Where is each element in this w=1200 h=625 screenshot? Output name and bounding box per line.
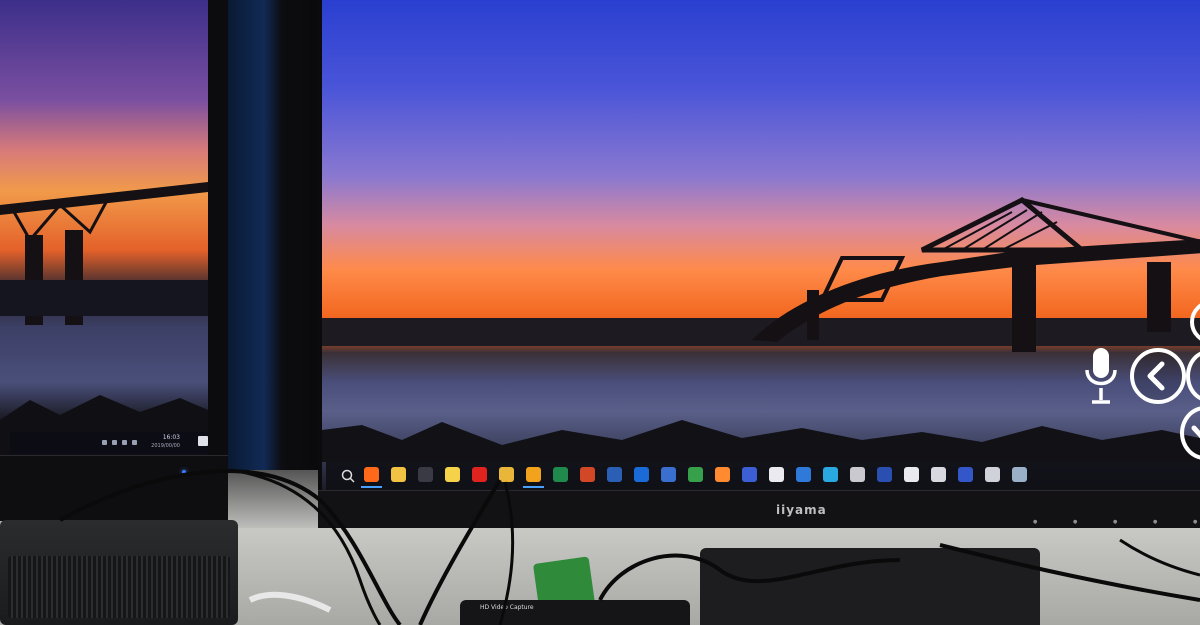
chevron-left-icon xyxy=(1147,361,1165,391)
active-app-indicator xyxy=(523,486,544,488)
left-monitor: 16:03 2019/00/00 xyxy=(0,0,228,521)
network-icon[interactable] xyxy=(102,440,107,445)
taskbar-date[interactable]: 2019/00/00 xyxy=(151,443,180,449)
chrome-icon[interactable] xyxy=(499,467,514,482)
bezel-button-exit-icon[interactable]: ● xyxy=(1073,519,1077,525)
brand-logo: iiyama xyxy=(776,503,827,517)
video-capture-device: HD Video Capture xyxy=(460,600,690,625)
back-button[interactable] xyxy=(1130,348,1186,404)
app-icon-5[interactable] xyxy=(769,467,784,482)
app-icon-8[interactable] xyxy=(850,467,865,482)
windows-search-icon[interactable] xyxy=(340,468,356,484)
main-monitor: iiyama ● ● ● ● ● xyxy=(318,0,1200,529)
capture-device-label: HD Video Capture xyxy=(480,604,534,611)
app-icon-12[interactable] xyxy=(1012,467,1027,482)
speaker xyxy=(0,520,238,625)
excel-icon[interactable] xyxy=(553,467,568,482)
chevron-down-icon xyxy=(1191,425,1200,439)
power-led-icon xyxy=(182,470,186,474)
app-icon-1[interactable] xyxy=(661,467,676,482)
notes-icon[interactable] xyxy=(445,467,460,482)
left-screen: 16:03 2019/00/00 xyxy=(0,0,208,455)
outlook-icon[interactable] xyxy=(634,467,649,482)
microphone-icon[interactable] xyxy=(1082,344,1120,408)
main-taskbar xyxy=(326,462,1200,490)
left-bridge-silhouette xyxy=(0,182,208,455)
terminal-icon[interactable] xyxy=(418,467,433,482)
app-icon-9[interactable] xyxy=(904,467,919,482)
word-icon[interactable] xyxy=(607,467,622,482)
photo-scene: 16:03 2019/00/00 iiyama ● ● ● ● ● HD Vid… xyxy=(0,0,1200,625)
main-monitor-bezel: iiyama ● ● ● ● ● xyxy=(318,490,1200,529)
bezel-button-up-icon[interactable]: ● xyxy=(1113,519,1117,525)
bezel-button-enter-icon[interactable]: ● xyxy=(1193,519,1197,525)
powerpoint-icon[interactable] xyxy=(580,467,595,482)
app-icon-3[interactable] xyxy=(715,467,730,482)
active-app-indicator xyxy=(361,486,382,488)
ru-icon[interactable] xyxy=(877,467,892,482)
monitor-icon[interactable] xyxy=(112,440,117,445)
v-icon[interactable] xyxy=(958,467,973,482)
monitor-gap xyxy=(228,0,318,470)
app-icon-10[interactable] xyxy=(931,467,946,482)
left-monitor-bezel xyxy=(0,455,228,521)
taskbar-clock[interactable]: 16:03 xyxy=(163,434,180,441)
app-icon-11[interactable] xyxy=(985,467,1000,482)
app-icon-4[interactable] xyxy=(742,467,757,482)
volume-icon[interactable] xyxy=(122,440,127,445)
app-icon-2[interactable] xyxy=(688,467,703,482)
battery-icon[interactable] xyxy=(132,440,137,445)
main-screen-wallpaper xyxy=(322,0,1200,490)
chrome-canary-icon[interactable] xyxy=(526,467,541,482)
opera-icon[interactable] xyxy=(472,467,487,482)
app-icon-6[interactable] xyxy=(796,467,811,482)
notification-icon[interactable] xyxy=(198,436,208,446)
monitor-stand-base xyxy=(700,548,1040,625)
bezel-button-input-icon[interactable]: ● xyxy=(1033,519,1037,525)
bridge-silhouette xyxy=(322,197,1200,462)
speaker-grille xyxy=(8,556,230,618)
left-taskbar: 16:03 2019/00/00 xyxy=(10,432,208,454)
bezel-button-down-icon[interactable]: ● xyxy=(1153,519,1157,525)
file-explorer-icon[interactable] xyxy=(391,467,406,482)
search-icon[interactable] xyxy=(364,467,379,482)
app-icon-7[interactable] xyxy=(823,467,838,482)
